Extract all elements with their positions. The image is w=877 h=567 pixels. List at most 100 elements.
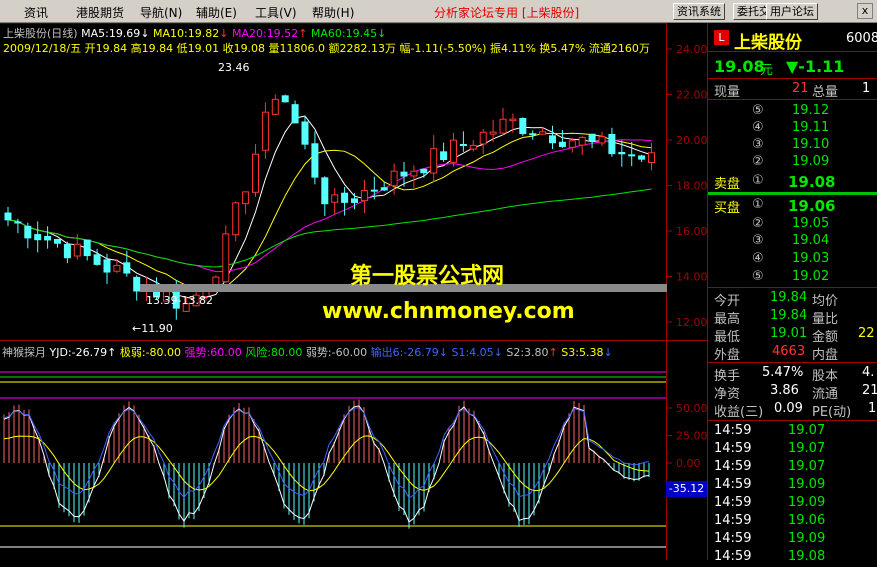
tick-row: 14:59 19.09 [714,495,826,510]
stock-title: 上柴股份(日线) [3,27,78,40]
sell-title: 卖盘 [714,177,741,192]
price-axis: 24.00 22.00 20.00 18.00 16.00 14.00 12.00 [667,43,707,329]
app-title: 分析家论坛专用 [上柴股份] [434,6,580,20]
candle-body [638,155,646,160]
menu-news[interactable]: 资讯 [24,4,48,21]
close-icon[interactable]: x [857,3,873,19]
candle-body [608,133,616,155]
price-row: 19.08 元 ▼-1.11 [708,57,877,78]
indicator-lines [3,405,650,523]
candle-body [598,136,606,144]
sell-row-1: 卖盘 ① 19.08 [714,173,836,192]
kline-chart: 24.00 22.00 20.00 18.00 16.00 14.00 12.00 50.0… [0,23,707,560]
tick-row: 14:59 19.09 [714,477,826,492]
ma60-line [7,188,652,268]
info-line: 2009/12/18/五 开19.84 高19.84 低19.01 收19.08… [3,42,650,55]
candle-body [14,221,22,224]
candle-body [93,254,101,265]
candle-body [301,121,309,145]
news-system-button[interactable]: 资讯系统 [673,3,725,20]
candle-body [400,171,408,177]
candle-body [469,144,477,150]
indicator-tick-label: 0.00 [676,457,701,470]
candle-body [271,98,279,115]
price-tick-label: 22.00 [676,89,707,102]
candle-body [351,198,358,203]
candle-body [628,154,636,157]
tick-row: 14:59 19.09 [714,531,826,546]
candle-body [499,118,507,134]
price-tick-label: 16.00 [676,225,707,238]
candle-body [420,168,428,174]
tick-row: 14:59 19.07 [714,441,826,456]
buy-row-4: ④ 19.03 [752,251,830,266]
candle-body [103,259,111,273]
price-tick-label: 14.00 [676,271,707,284]
candle-body [222,233,230,283]
stock-name: 上柴股份 [734,33,802,53]
price-header: 上柴股份(日线) MA5:19.69↓ MA10:19.82↓ MA20:19.… [3,27,387,40]
sell-row-5: ⑤ 19.12 [752,103,830,118]
menu-tools[interactable]: 工具(V) [255,4,297,21]
price-tick-label: 12.00 [676,316,707,329]
s3-label: S3:5.38 [561,346,604,359]
low-price-label: ←11.90 [132,322,173,335]
tick-row: 14:59 19.08 [714,549,826,564]
candle-body [549,135,556,144]
buy-title: 买盘 [714,201,741,216]
s1-label: S1:4.05 [451,346,494,359]
candle-body [133,276,141,292]
menu-assist[interactable]: 辅助(E) [196,4,237,21]
ma60-label: MA60:19.45 [310,27,378,40]
indicator-axis: 50.00 25.00 0.00 [667,402,707,470]
menu-help[interactable]: 帮助(H) [312,4,354,21]
price-tick-label: 18.00 [676,180,707,193]
candle-body [63,244,71,259]
candle-body [232,202,240,236]
ruoshi-label: 弱势:-60.00 [305,346,368,359]
volume-row: 现量 21 总量 1 [714,81,871,100]
candle-body [459,143,467,146]
candle-body [450,139,457,163]
candle-body [568,140,576,148]
menu-bar: 资讯 港股期货 导航(N) 辅助(E) 工具(V) 帮助(H) 分析家论坛专用 … [0,0,877,23]
tick-row: 14:59 19.06 [714,513,826,528]
stat-row-open: 今开 19.84 均价 [714,290,839,309]
candle-body [123,262,131,274]
candle-body [588,133,596,142]
candle-body [341,192,349,203]
sell-row-4: ④ 19.11 [752,120,830,135]
candle-body [360,190,368,202]
s2-label: S2:3.80 [506,346,549,359]
menu-hk-futures[interactable]: 港股期货 [76,4,124,21]
candle-body [54,238,61,244]
price-unit: 元 [760,63,774,78]
candle-body [380,187,388,191]
menu-navigate[interactable]: 导航(N) [140,4,182,21]
forum-button[interactable]: 用户论坛 [766,3,818,20]
candle-body [410,170,418,177]
candle-body [321,177,329,205]
total-volume: 1 [862,81,871,96]
high-price-label: 23.46 [218,61,250,74]
last-price: 19.08 [714,57,765,76]
ma10-label: MA10:19.82 [153,27,220,40]
current-volume: 21 [792,81,809,96]
yjd-line [3,405,650,523]
candle-body [430,148,438,174]
stock-code: 6008 [846,31,877,46]
candle-body [291,104,299,124]
buy-row-3: ③ 19.04 [752,233,830,248]
candle-body [44,235,52,241]
candle-body [519,118,527,135]
stat-row-netasset: 净资 3.86 流通 21 [714,383,877,402]
price-change: ▼-1.11 [786,57,845,76]
watermark-url: www.chnmoney.com [322,299,575,324]
candle-body [252,153,259,193]
candle-body [479,131,487,145]
candle-body [648,152,655,163]
candle-body [24,225,32,239]
yjd-label: YJD:-26.79 [49,346,108,359]
price-tick-label: 24.00 [676,43,707,56]
candle-body [509,118,517,122]
